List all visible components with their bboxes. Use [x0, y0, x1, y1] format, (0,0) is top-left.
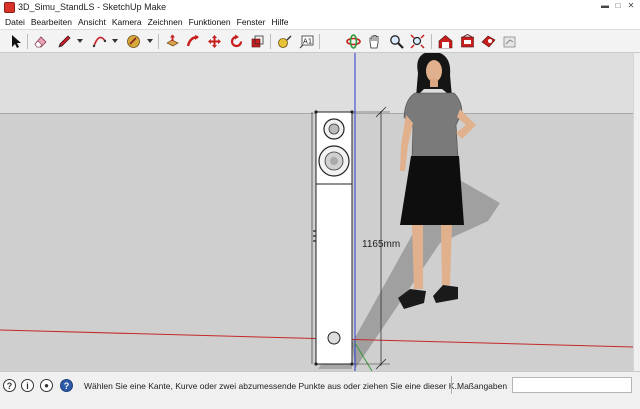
measurements-label: Maßangaben — [457, 381, 508, 391]
menu-kamera[interactable]: Kamera — [110, 16, 146, 29]
pencil-dropdown-icon[interactable] — [77, 39, 83, 43]
orbit-icon[interactable] — [345, 33, 362, 50]
scene — [0, 53, 633, 371]
push-pull-icon[interactable] — [164, 33, 181, 50]
status-hint: Wählen Sie eine Kante, Kurve oder zwei a… — [84, 381, 462, 391]
menu-datei[interactable]: Datei — [3, 16, 29, 29]
eraser-icon[interactable] — [32, 33, 49, 50]
menu-bearbeiten[interactable]: Bearbeiten — [29, 16, 76, 29]
svg-text:A1: A1 — [303, 38, 312, 46]
follow-me-icon[interactable] — [185, 33, 202, 50]
share-model-icon[interactable] — [480, 33, 497, 50]
text-icon[interactable]: A1 — [298, 33, 315, 50]
paint-bucket-icon[interactable] — [125, 33, 142, 50]
minimize-icon[interactable]: ▬ — [600, 1, 610, 11]
instructor-icon[interactable]: ? — [60, 379, 73, 392]
user-icon[interactable]: ● — [40, 379, 53, 392]
zoom-extents-icon[interactable] — [409, 33, 426, 50]
model-viewport[interactable]: 1165mm — [0, 53, 633, 371]
rotate-icon[interactable] — [228, 33, 245, 50]
measurements-input[interactable] — [512, 377, 632, 393]
extension-warehouse-icon[interactable] — [459, 33, 476, 50]
speaker-model — [311, 110, 354, 366]
vertical-scrollbar[interactable] — [633, 53, 640, 371]
pan-icon[interactable] — [366, 33, 383, 50]
menu-bar: Datei Bearbeiten Ansicht Kamera Zeichnen… — [0, 16, 640, 29]
pencil-icon[interactable] — [56, 33, 73, 50]
menu-fenster[interactable]: Fenster — [235, 16, 270, 29]
geolocation-icon[interactable]: ? — [3, 379, 16, 392]
arc-icon[interactable] — [91, 33, 108, 50]
window-controls: ▬ □ ✕ — [600, 1, 636, 11]
paint-dropdown-icon[interactable] — [147, 39, 153, 43]
toolbar: A1 — [0, 29, 640, 53]
dimension-label: 1165mm — [362, 239, 401, 250]
menu-zeichnen[interactable]: Zeichnen — [146, 16, 187, 29]
warehouse-icon[interactable] — [437, 33, 454, 50]
title-bar: 3D_Simu_StandLS - SketchUp Make ▬ □ ✕ — [0, 0, 640, 16]
zoom-icon[interactable] — [388, 33, 405, 50]
menu-hilfe[interactable]: Hilfe — [269, 16, 292, 29]
scale-icon[interactable] — [249, 33, 266, 50]
select-icon[interactable] — [7, 33, 24, 50]
credits-icon[interactable]: i — [21, 379, 34, 392]
window-title: 3D_Simu_StandLS - SketchUp Make — [18, 2, 167, 12]
share-component-icon[interactable] — [501, 33, 518, 50]
menu-funktionen[interactable]: Funktionen — [187, 16, 235, 29]
port — [327, 331, 341, 345]
status-bar: ? i ● ? Wählen Sie eine Kante, Kurve ode… — [0, 371, 640, 409]
move-icon[interactable] — [206, 33, 223, 50]
arc-dropdown-icon[interactable] — [112, 39, 118, 43]
menu-ansicht[interactable]: Ansicht — [76, 16, 110, 29]
close-icon[interactable]: ✕ — [626, 1, 636, 11]
maximize-icon[interactable]: □ — [613, 1, 623, 11]
sketchup-logo-icon — [4, 2, 15, 13]
tape-measure-icon[interactable] — [276, 33, 293, 50]
